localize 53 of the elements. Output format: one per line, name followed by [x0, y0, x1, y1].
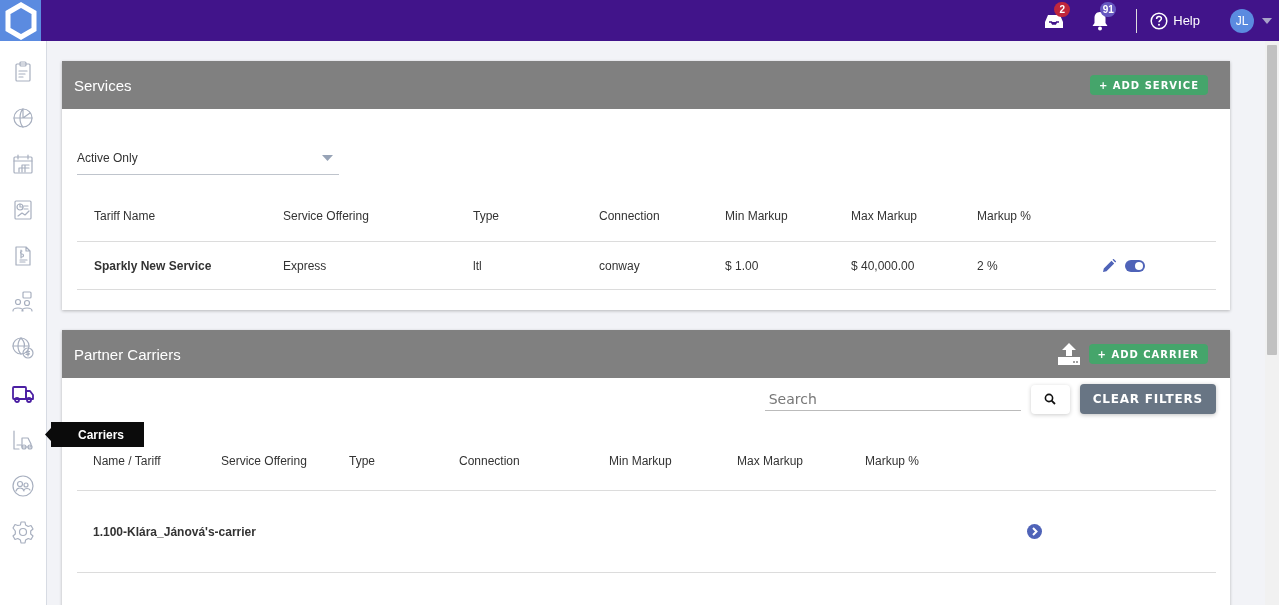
panel-title: Partner Carriers: [74, 345, 182, 363]
help-icon[interactable]: [1150, 11, 1169, 30]
users-circle-icon: [11, 474, 35, 498]
status-dropdown[interactable]: Active Only: [77, 141, 339, 175]
people-chat-icon: [11, 290, 35, 314]
column-header: Tariff Name: [94, 209, 157, 223]
help-link[interactable]: Help: [1173, 13, 1200, 28]
add-service-button[interactable]: + ADD SERVICE: [1089, 75, 1208, 95]
user-avatar[interactable]: JL: [1230, 8, 1254, 33]
tooltip: Carriers: [45, 422, 145, 447]
table-cell-text: ltl: [473, 258, 483, 273]
scrollbar-thumb[interactable]: [1267, 45, 1277, 355]
table-cell-text: Sparkly New Service: [94, 258, 213, 273]
column-header: Min Markup: [725, 209, 789, 223]
forklift-icon: [11, 428, 35, 452]
toggle-switch[interactable]: [1125, 259, 1145, 272]
notification-count-badge: 91: [1100, 1, 1117, 17]
search-button[interactable]: [1030, 384, 1070, 414]
table-cell-text: 2 %: [977, 258, 999, 273]
add-carrier-button[interactable]: + ADD CARRIER: [1088, 344, 1208, 364]
column-header: Markup %: [865, 454, 921, 468]
globe-dollar-icon: [11, 336, 35, 360]
upload-icon[interactable]: [1056, 342, 1081, 366]
hexagon-logo[interactable]: [0, 0, 41, 41]
caret-icon[interactable]: [1262, 17, 1272, 24]
column-header: Name / Tariff: [93, 454, 162, 468]
caret-icon: [322, 154, 333, 161]
table-cell-text: Express: [283, 258, 328, 273]
column-header: Max Markup: [851, 209, 919, 223]
table-cell-text: $ 40,000.00: [851, 258, 916, 273]
table-cell-text: $ 1.00: [725, 258, 760, 273]
column-header: Connection: [599, 209, 661, 223]
column-header: Markup %: [977, 209, 1033, 223]
column-header: Service Offering: [221, 454, 308, 468]
clear-filters-button[interactable]: CLEAR FILTERS: [1079, 384, 1216, 414]
panel-title: Services: [74, 76, 133, 94]
column-header: Max Markup: [737, 454, 805, 468]
column-header: Min Markup: [609, 454, 673, 468]
column-header: Connection: [459, 454, 521, 468]
globe-chart-icon: [11, 106, 35, 130]
calendar-icon: [11, 152, 35, 176]
column-header: Service Offering: [283, 209, 370, 223]
column-header: Type: [473, 209, 500, 223]
search-icon: [1044, 393, 1057, 405]
carrier-name: 1.100-Klára_Jánová's-carrier: [93, 524, 257, 539]
settings-icon: [11, 520, 35, 544]
chevron-circle-icon[interactable]: [1027, 524, 1042, 539]
column-header: Type: [349, 454, 376, 468]
inbox-icon[interactable]: [1044, 12, 1065, 29]
inbox-count-badge: 2: [1054, 1, 1071, 17]
pencil-icon[interactable]: [1102, 258, 1116, 273]
report-icon: [11, 198, 35, 222]
table-cell-text: conway: [599, 258, 641, 273]
